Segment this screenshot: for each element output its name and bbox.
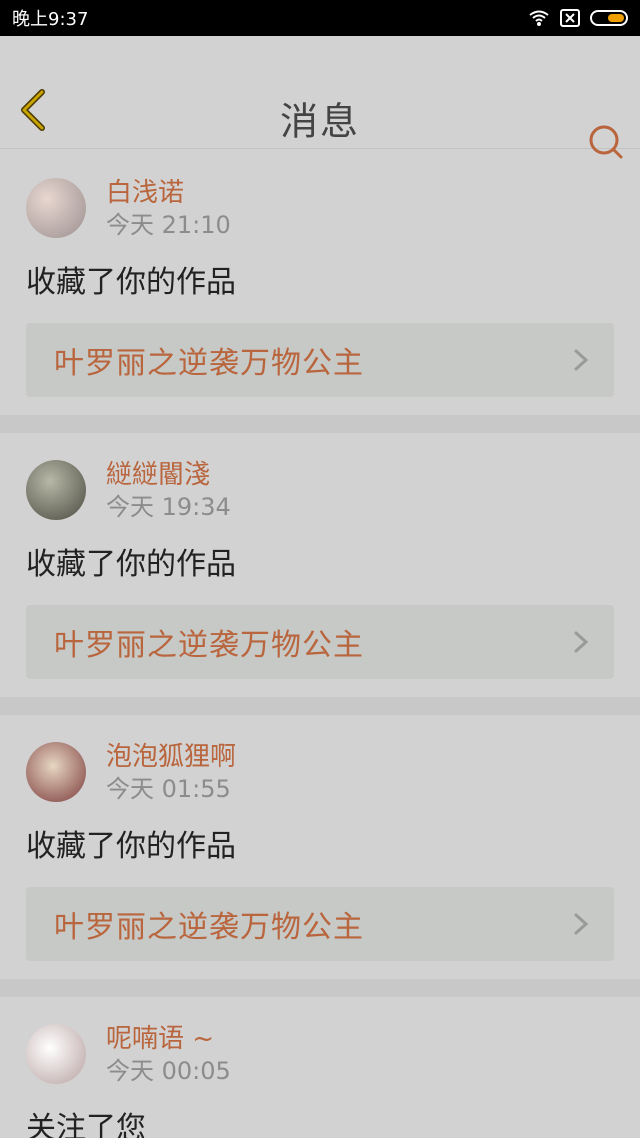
work-title: 叶罗丽之逆袭万物公主 xyxy=(54,910,364,945)
username[interactable]: 白浅诺 xyxy=(106,177,231,209)
username[interactable]: 呢喃语 ~ xyxy=(106,1023,231,1055)
wifi-icon xyxy=(529,10,549,26)
timestamp: 今天 00:05 xyxy=(106,1057,231,1085)
chevron-right-icon xyxy=(574,913,589,935)
avatar[interactable] xyxy=(26,1024,86,1084)
search-icon[interactable] xyxy=(588,124,624,160)
timestamp: 今天 01:55 xyxy=(106,775,231,803)
notification-user[interactable]: 白浅诺 今天 21:10 xyxy=(26,177,614,239)
timestamp: 今天 21:10 xyxy=(106,211,231,239)
notification-user[interactable]: 縌縌閽淺 今天 19:34 xyxy=(26,459,614,521)
work-title: 叶罗丽之逆袭万物公主 xyxy=(54,346,364,381)
notification-user[interactable]: 泡泡狐狸啊 今天 01:55 xyxy=(26,741,614,803)
username[interactable]: 縌縌閽淺 xyxy=(106,459,231,491)
status-bar: 晚上9:37 xyxy=(0,0,640,36)
notification-action-text: 收藏了你的作品 xyxy=(26,547,236,582)
notification-card: 呢喃语 ~ 今天 00:05 关注了您 xyxy=(0,997,640,1138)
notification-card: 泡泡狐狸啊 今天 01:55 收藏了你的作品 叶罗丽之逆袭万物公主 xyxy=(0,715,640,997)
page-header: 消息 xyxy=(0,36,640,159)
timestamp: 今天 19:34 xyxy=(106,493,231,521)
status-time: 晚上9:37 xyxy=(12,9,89,30)
sim-x-icon xyxy=(560,9,580,27)
notification-action-text: 收藏了你的作品 xyxy=(26,829,236,864)
work-link[interactable]: 叶罗丽之逆袭万物公主 xyxy=(26,605,614,679)
page-title: 消息 xyxy=(279,99,360,144)
work-link[interactable]: 叶罗丽之逆袭万物公主 xyxy=(26,887,614,961)
avatar[interactable] xyxy=(26,178,86,238)
notification-action-text: 收藏了你的作品 xyxy=(26,265,236,300)
avatar[interactable] xyxy=(26,460,86,520)
work-link[interactable]: 叶罗丽之逆袭万物公主 xyxy=(26,323,614,397)
app-screen: 晚上9:37 消息 白浅诺 今天 21:10 收藏了你的作品 叶罗丽之逆袭万物公… xyxy=(0,0,640,1138)
work-title: 叶罗丽之逆袭万物公主 xyxy=(54,628,364,663)
notification-card: 縌縌閽淺 今天 19:34 收藏了你的作品 叶罗丽之逆袭万物公主 xyxy=(0,433,640,715)
status-icons xyxy=(528,9,628,27)
notification-action-text: 关注了您 xyxy=(26,1111,146,1138)
avatar[interactable] xyxy=(26,742,86,802)
notification-card: 白浅诺 今天 21:10 收藏了你的作品 叶罗丽之逆袭万物公主 xyxy=(0,149,640,433)
battery-icon xyxy=(590,10,628,26)
notification-list: 白浅诺 今天 21:10 收藏了你的作品 叶罗丽之逆袭万物公主 縌縌閽淺 今天 … xyxy=(0,149,640,1138)
username[interactable]: 泡泡狐狸啊 xyxy=(106,741,236,773)
chevron-right-icon xyxy=(574,631,589,653)
notification-user[interactable]: 呢喃语 ~ 今天 00:05 xyxy=(26,1023,614,1085)
chevron-right-icon xyxy=(574,349,589,371)
